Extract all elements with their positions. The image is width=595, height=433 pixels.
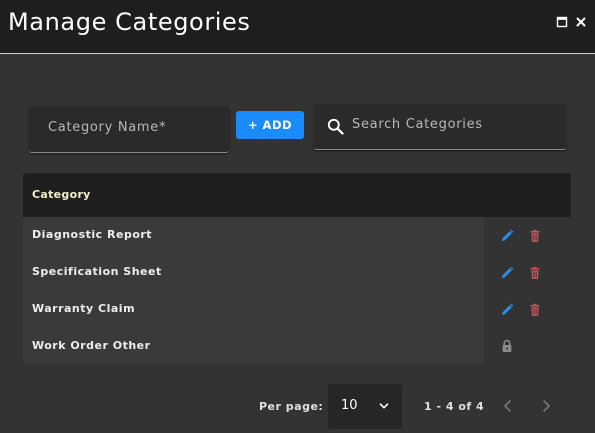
category-name-cell: Diagnostic Report <box>32 228 153 241</box>
add-category-button[interactable]: + ADD <box>236 111 304 139</box>
category-name-cell: Specification Sheet <box>32 265 162 278</box>
chevron-right-icon[interactable] <box>538 398 554 414</box>
delete-icon[interactable] <box>528 303 542 317</box>
search-placeholder: Search Categories <box>352 117 483 132</box>
edit-icon[interactable] <box>500 229 514 243</box>
category-name-placeholder: Category Name* <box>48 120 167 135</box>
title-bar: Manage Categories <box>0 0 595 54</box>
table-row: Work Order Other <box>23 328 571 364</box>
per-page-label: Per page: <box>259 400 324 413</box>
maximize-icon[interactable] <box>556 16 568 28</box>
chevron-down-icon <box>379 403 389 409</box>
table-row: Specification Sheet <box>23 254 571 291</box>
edit-icon[interactable] <box>500 266 514 280</box>
delete-icon[interactable] <box>528 266 542 280</box>
category-name-cell: Warranty Claim <box>32 302 136 315</box>
table-row: Warranty Claim <box>23 291 571 328</box>
categories-table: Category Diagnostic Report Specification… <box>23 173 571 364</box>
dialog-title: Manage Categories <box>8 8 251 36</box>
table-row: Diagnostic Report <box>23 217 571 254</box>
page-range-text: 1 - 4 of 4 <box>424 400 485 413</box>
per-page-value: 10 <box>341 398 358 413</box>
category-name-input[interactable]: Category Name* <box>29 106 229 153</box>
table-header: Category <box>23 173 571 217</box>
search-input[interactable]: Search Categories <box>314 104 566 150</box>
edit-icon[interactable] <box>500 303 514 317</box>
chevron-left-icon[interactable] <box>500 398 516 414</box>
delete-icon[interactable] <box>528 229 542 243</box>
column-header-category: Category <box>32 188 91 201</box>
per-page-select[interactable]: 10 <box>328 384 402 429</box>
search-icon <box>327 118 344 135</box>
close-icon[interactable] <box>575 16 587 28</box>
lock-icon <box>502 339 512 352</box>
category-name-cell: Work Order Other <box>32 339 151 352</box>
